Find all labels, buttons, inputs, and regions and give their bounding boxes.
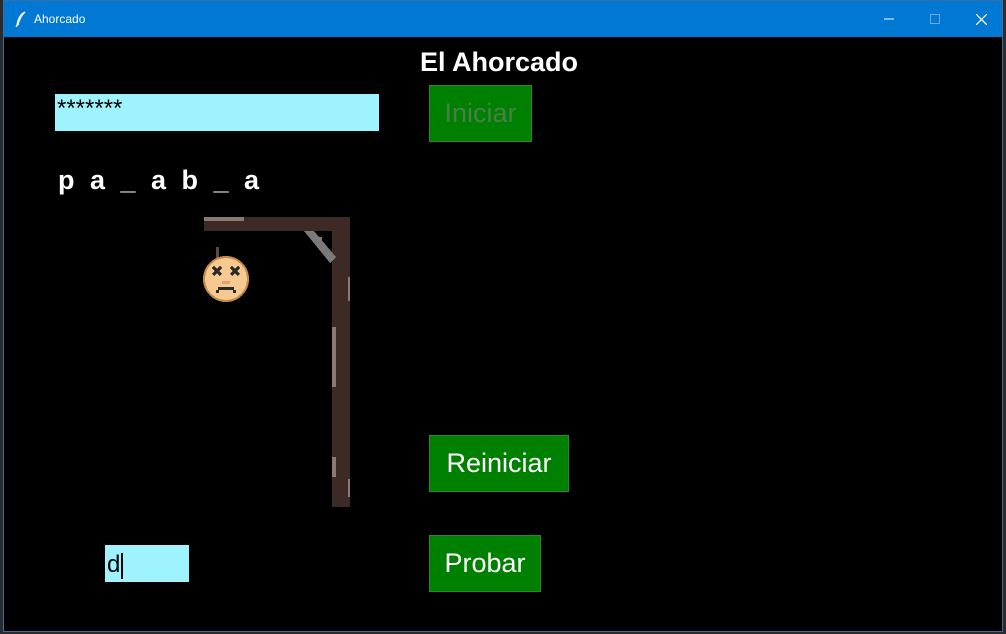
game-area: El Ahorcado ******* Iniciar p a _ a b _ …	[4, 37, 1002, 631]
app-window: Ahorcado El Ahorcado ******* Iniciar p a…	[3, 0, 1003, 632]
minimize-button[interactable]	[866, 1, 912, 37]
try-button[interactable]: Probar	[429, 535, 541, 592]
maximize-icon	[930, 14, 940, 24]
letter-input[interactable]: d	[105, 545, 189, 582]
minimize-icon	[884, 18, 894, 20]
word-progress: p a _ a b _ a	[58, 165, 262, 195]
feather-icon	[15, 11, 26, 27]
hanged-head-icon	[203, 247, 249, 302]
text-caret	[121, 552, 124, 579]
letter-input-value: d	[107, 551, 121, 578]
reset-button[interactable]: Reiniciar	[429, 435, 569, 492]
page-title: El Ahorcado	[420, 47, 579, 77]
start-button[interactable]: Iniciar	[429, 85, 532, 142]
maximize-button[interactable]	[912, 1, 958, 37]
secret-word-input[interactable]: *******	[55, 94, 379, 131]
close-icon	[975, 13, 987, 25]
close-button[interactable]	[958, 1, 1004, 37]
window-title: Ahorcado	[34, 12, 86, 26]
title-bar[interactable]: Ahorcado	[4, 1, 1002, 37]
